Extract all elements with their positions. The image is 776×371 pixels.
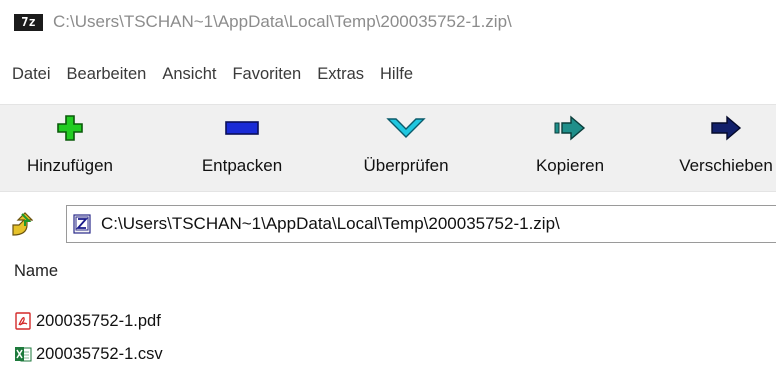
address-path-text: C:\Users\TSCHAN~1\AppData\Local\Temp\200… <box>101 214 560 233</box>
copy-arrow-icon <box>553 113 587 143</box>
file-list: Name 200035752-1.pdf 200035752-1.csv <box>0 256 776 371</box>
file-name: 200035752-1.pdf <box>36 311 161 330</box>
plus-icon <box>56 113 84 143</box>
pdf-file-icon <box>14 311 32 331</box>
file-row-pdf[interactable]: 200035752-1.pdf <box>14 308 161 334</box>
address-field[interactable]: C:\Users\TSCHAN~1\AppData\Local\Temp\200… <box>66 205 776 243</box>
address-bar: C:\Users\TSCHAN~1\AppData\Local\Temp\200… <box>0 201 776 247</box>
file-row-csv[interactable]: 200035752-1.csv <box>14 341 163 367</box>
menu-edit[interactable]: Bearbeiten <box>59 65 155 84</box>
toolbar: Hinzufügen Entpacken Überprüfen Kopieren… <box>0 104 776 192</box>
extract-button-label: Entpacken <box>201 156 283 175</box>
test-button[interactable]: Überprüfen <box>336 105 476 191</box>
test-button-label: Überprüfen <box>363 156 449 175</box>
extract-button[interactable]: Entpacken <box>172 105 312 191</box>
menu-view[interactable]: Ansicht <box>154 65 224 84</box>
window-title: C:\Users\TSCHAN~1\AppData\Local\Temp\200… <box>53 12 512 31</box>
move-button[interactable]: Verschieben <box>656 105 776 191</box>
file-name: 200035752-1.csv <box>36 344 163 363</box>
app-logo-icon: 7z <box>14 13 43 31</box>
up-folder-button[interactable] <box>10 210 34 238</box>
move-arrow-icon <box>709 113 743 143</box>
zip-archive-icon <box>73 214 91 234</box>
menu-tools[interactable]: Extras <box>309 65 372 84</box>
menu-file[interactable]: Datei <box>0 65 59 84</box>
copy-button[interactable]: Kopieren <box>500 105 640 191</box>
column-header-name[interactable]: Name <box>14 262 58 281</box>
excel-file-icon <box>14 344 32 364</box>
add-button-label: Hinzufügen <box>26 156 113 175</box>
title-bar: 7z C:\Users\TSCHAN~1\AppData\Local\Temp\… <box>0 0 776 44</box>
menu-help[interactable]: Hilfe <box>372 65 421 84</box>
up-arrow-folder-icon <box>12 212 33 236</box>
move-button-label: Verschieben <box>679 156 773 175</box>
menu-favorites[interactable]: Favoriten <box>224 65 309 84</box>
minus-icon <box>225 113 259 143</box>
copy-button-label: Kopieren <box>535 156 605 175</box>
add-button[interactable]: Hinzufügen <box>0 105 140 191</box>
seven-zip-window: 7z C:\Users\TSCHAN~1\AppData\Local\Temp\… <box>0 0 776 371</box>
menu-bar: Datei Bearbeiten Ansicht Favoriten Extra… <box>0 58 776 90</box>
check-chevron-icon <box>386 113 426 143</box>
